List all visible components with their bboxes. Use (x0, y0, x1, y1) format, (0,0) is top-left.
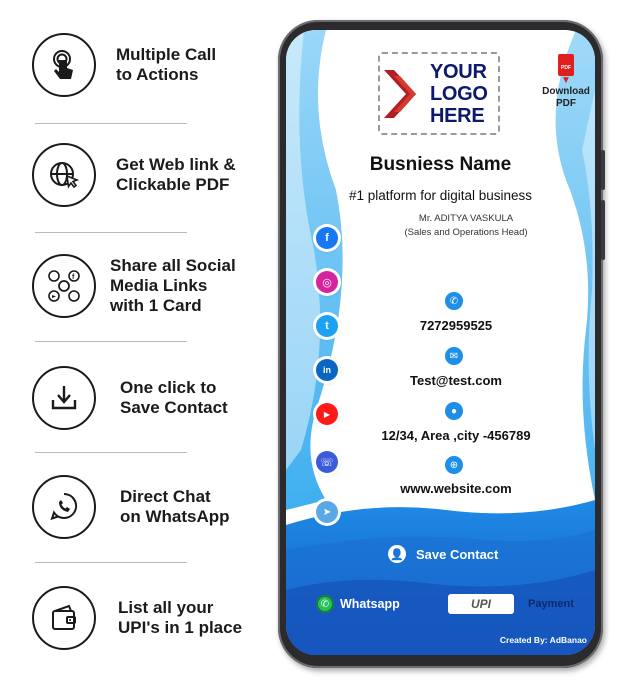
logo-chevron-icon (384, 69, 416, 118)
telegram-icon[interactable]: ➤ (316, 501, 338, 523)
arrow-down-icon: ▼ (561, 75, 571, 86)
feature-label: Share all Social Media Links with 1 Card (110, 256, 236, 315)
phone-volume-button (601, 150, 605, 190)
pdf-icon: PDF (558, 54, 574, 76)
globe-cursor-icon (32, 143, 96, 207)
person-title: (Sales and Operations Head) (404, 227, 528, 238)
svg-text:f: f (72, 274, 75, 281)
save-contact-label: Save Contact (416, 546, 499, 562)
download-pdf-label: Download PDF (542, 86, 590, 109)
payment-label: Payment (528, 598, 574, 610)
person-info: Mr. ADITYA VASKULA (Sales and Operations… (346, 212, 586, 240)
email-icon[interactable]: ✉ (445, 347, 463, 365)
phone-number[interactable]: 7272959525 (346, 318, 566, 333)
email-address[interactable]: Test@test.com (346, 373, 566, 388)
viber-icon[interactable]: ☏ (316, 451, 338, 473)
feature-label: Multiple Call to Actions (116, 45, 217, 84)
location-pin-icon[interactable]: ● (445, 402, 463, 420)
person-name: Mr. ADITYA VASKULA (418, 213, 514, 224)
website-link[interactable]: www.website.com (346, 481, 566, 496)
feature-whatsapp: Direct Chat on WhatsApp (32, 472, 272, 542)
feature-call-to-actions: Multiple Call to Actions (32, 30, 272, 100)
globe-icon[interactable]: ⊕ (445, 456, 463, 474)
feature-label: One click to Save Contact (120, 378, 228, 417)
phone-icon[interactable]: ✆ (445, 292, 463, 310)
facebook-icon[interactable]: f (316, 227, 338, 249)
divider (35, 232, 187, 233)
download-pdf-button[interactable]: PDF ▼ Download PDF (540, 54, 592, 110)
business-card-screen: YOUR LOGO HERE PDF ▼ Download PDF Busnie… (286, 30, 595, 655)
instagram-icon[interactable]: ◎ (316, 271, 338, 293)
feature-social-links: f Share all Social Media Links with 1 Ca… (32, 251, 272, 321)
save-contact-button[interactable]: 👤 Save Contact (388, 544, 498, 564)
feature-label: Direct Chat on WhatsApp (120, 487, 230, 526)
feature-label: Get Web link & Clickable PDF (116, 155, 236, 194)
linkedin-icon[interactable]: in (316, 359, 338, 381)
tagline: #1 platform for digital business (348, 188, 533, 203)
upi-payment-button[interactable]: UPI Payment (448, 594, 574, 614)
divider (35, 123, 187, 124)
user-icon: 👤 (388, 545, 406, 563)
business-name: Busniess Name (369, 154, 512, 175)
wallet-icon (32, 586, 96, 650)
feature-web-link-pdf: Get Web link & Clickable PDF (32, 140, 272, 210)
upi-logo: UPI (448, 594, 514, 614)
feature-save-contact: One click to Save Contact (32, 363, 272, 433)
tap-hand-icon (32, 33, 96, 97)
logo-placeholder: YOUR LOGO HERE (378, 52, 500, 135)
whatsapp-icon: ✆ (316, 595, 334, 613)
address[interactable]: 12/34, Area ,city -456789 (346, 428, 566, 443)
download-icon (32, 366, 96, 430)
twitter-icon[interactable]: t (316, 315, 338, 337)
feature-label: List all your UPI's in 1 place (118, 598, 243, 637)
phone-power-button (601, 200, 605, 260)
whatsapp-icon (32, 475, 96, 539)
divider (35, 452, 187, 453)
whatsapp-label: Whatsapp (340, 597, 400, 611)
feature-upi: List all your UPI's in 1 place (32, 583, 272, 653)
social-share-icon: f (32, 254, 96, 318)
divider (35, 341, 187, 342)
logo-text: YOUR LOGO HERE (430, 60, 488, 127)
divider (35, 562, 187, 563)
whatsapp-button[interactable]: ✆ Whatsapp (316, 595, 400, 613)
credit-text: Created By: AdBanao (499, 635, 587, 645)
youtube-icon[interactable]: ▶ (316, 403, 338, 425)
